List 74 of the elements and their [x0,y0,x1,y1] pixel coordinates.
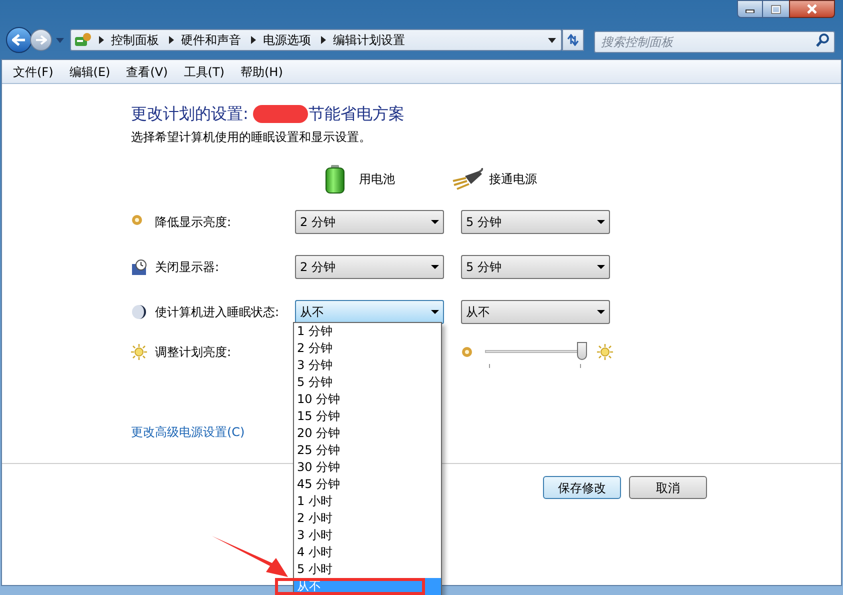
dropdown[interactable]: 从不 [295,300,444,324]
column-header: 用电池 [359,171,395,188]
dropdown-option[interactable]: 3 小时 [294,527,441,544]
brightness-slider[interactable] [485,342,585,368]
maximize-icon [771,4,781,14]
minimize-button[interactable] [737,0,763,18]
advanced-settings-link[interactable]: 更改高级电源设置(C) [131,423,245,441]
setting-label: 关闭显示器: [155,258,220,276]
menu-item[interactable]: 帮助(H) [234,62,290,80]
dropdown[interactable]: 2 分钟 [295,254,444,278]
sun-icon [131,344,147,360]
battery-icon [324,164,346,194]
dropdown-option[interactable]: 15 分钟 [294,408,441,425]
setting-label: 使计算机进入睡眠状态: [155,304,280,320]
column-header: 接通电源 [489,171,537,188]
dropdown-option[interactable]: 5 分钟 [294,374,441,391]
close-icon [806,4,818,14]
brightness-dim-icon [461,346,473,358]
caret-icon [431,264,439,268]
save-button[interactable]: 保存修改 [543,476,621,499]
caret-icon [597,310,605,314]
sun-icon [597,344,613,360]
dropdown-option[interactable]: 2 分钟 [294,340,441,357]
dropdown-option[interactable]: 2 小时 [294,510,441,527]
dropdown-option[interactable]: 1 小时 [294,493,441,510]
search-icon [816,33,830,47]
setting-label: 降低显示亮度: [155,214,232,230]
dropdown[interactable]: 2 分钟 [295,210,444,234]
moon-icon [131,304,147,320]
cancel-button[interactable]: 取消 [629,476,707,499]
caret-icon [431,310,439,314]
dropdown-option[interactable]: 3 分钟 [294,357,441,374]
dropdown-option[interactable]: 25 分钟 [294,442,441,459]
dropdown-option[interactable]: 4 小时 [294,544,441,561]
dropdown[interactable]: 从不 [461,300,610,324]
refresh-button[interactable] [562,29,584,51]
page-heading-suffix: 节能省电方案 [308,103,404,125]
control-panel-icon [73,31,93,49]
caret-icon [56,38,64,42]
caret-icon [597,264,605,268]
dropdown-option[interactable]: 45 分钟 [294,476,441,493]
dropdown-option[interactable]: 5 小时 [294,561,441,578]
close-button[interactable] [789,0,835,18]
monitor-clock-icon [131,258,147,274]
dropdown-option[interactable]: 10 分钟 [294,391,441,408]
breadcrumb-item[interactable]: 控制面板 [111,31,159,49]
breadcrumb-item[interactable]: 编辑计划设置 [333,31,405,49]
page-heading-prefix: 更改计划的设置: [131,103,250,125]
caret-icon [597,220,605,224]
dropdown-option[interactable]: 30 分钟 [294,459,441,476]
search-field[interactable]: 搜索控制面板 [594,31,835,53]
maximize-button[interactable] [763,0,789,18]
power-plug-icon [451,168,483,190]
menu-item[interactable]: 工具(T) [176,62,232,80]
caret-icon [431,220,439,224]
back-arrow-icon [12,34,26,46]
forward-button[interactable] [30,29,52,51]
back-button[interactable] [6,27,32,53]
address-bar[interactable]: 控制面板 硬件和声音 电源选项 编辑计划设置 [70,29,562,51]
dropdown-option[interactable]: 1 分钟 [294,323,441,340]
menu-item[interactable]: 编辑(E) [62,62,118,80]
setting-label: 调整计划亮度: [155,344,232,361]
dropdown[interactable]: 5 分钟 [461,254,610,278]
slider-thumb[interactable] [577,342,587,360]
dropdown-option[interactable]: 20 分钟 [294,425,441,442]
dropdown[interactable]: 5 分钟 [461,210,610,234]
breadcrumb-item[interactable]: 电源选项 [263,31,311,49]
breadcrumb-item[interactable]: 硬件和声音 [181,31,241,49]
menu-item[interactable]: 文件(F) [6,62,60,80]
forward-arrow-icon [35,35,47,45]
menu-item[interactable]: 查看(V) [119,62,175,80]
caret-icon [548,38,556,42]
subtitle: 选择希望计算机使用的睡眠设置和显示设置。 [131,129,372,146]
refresh-icon [566,34,580,46]
